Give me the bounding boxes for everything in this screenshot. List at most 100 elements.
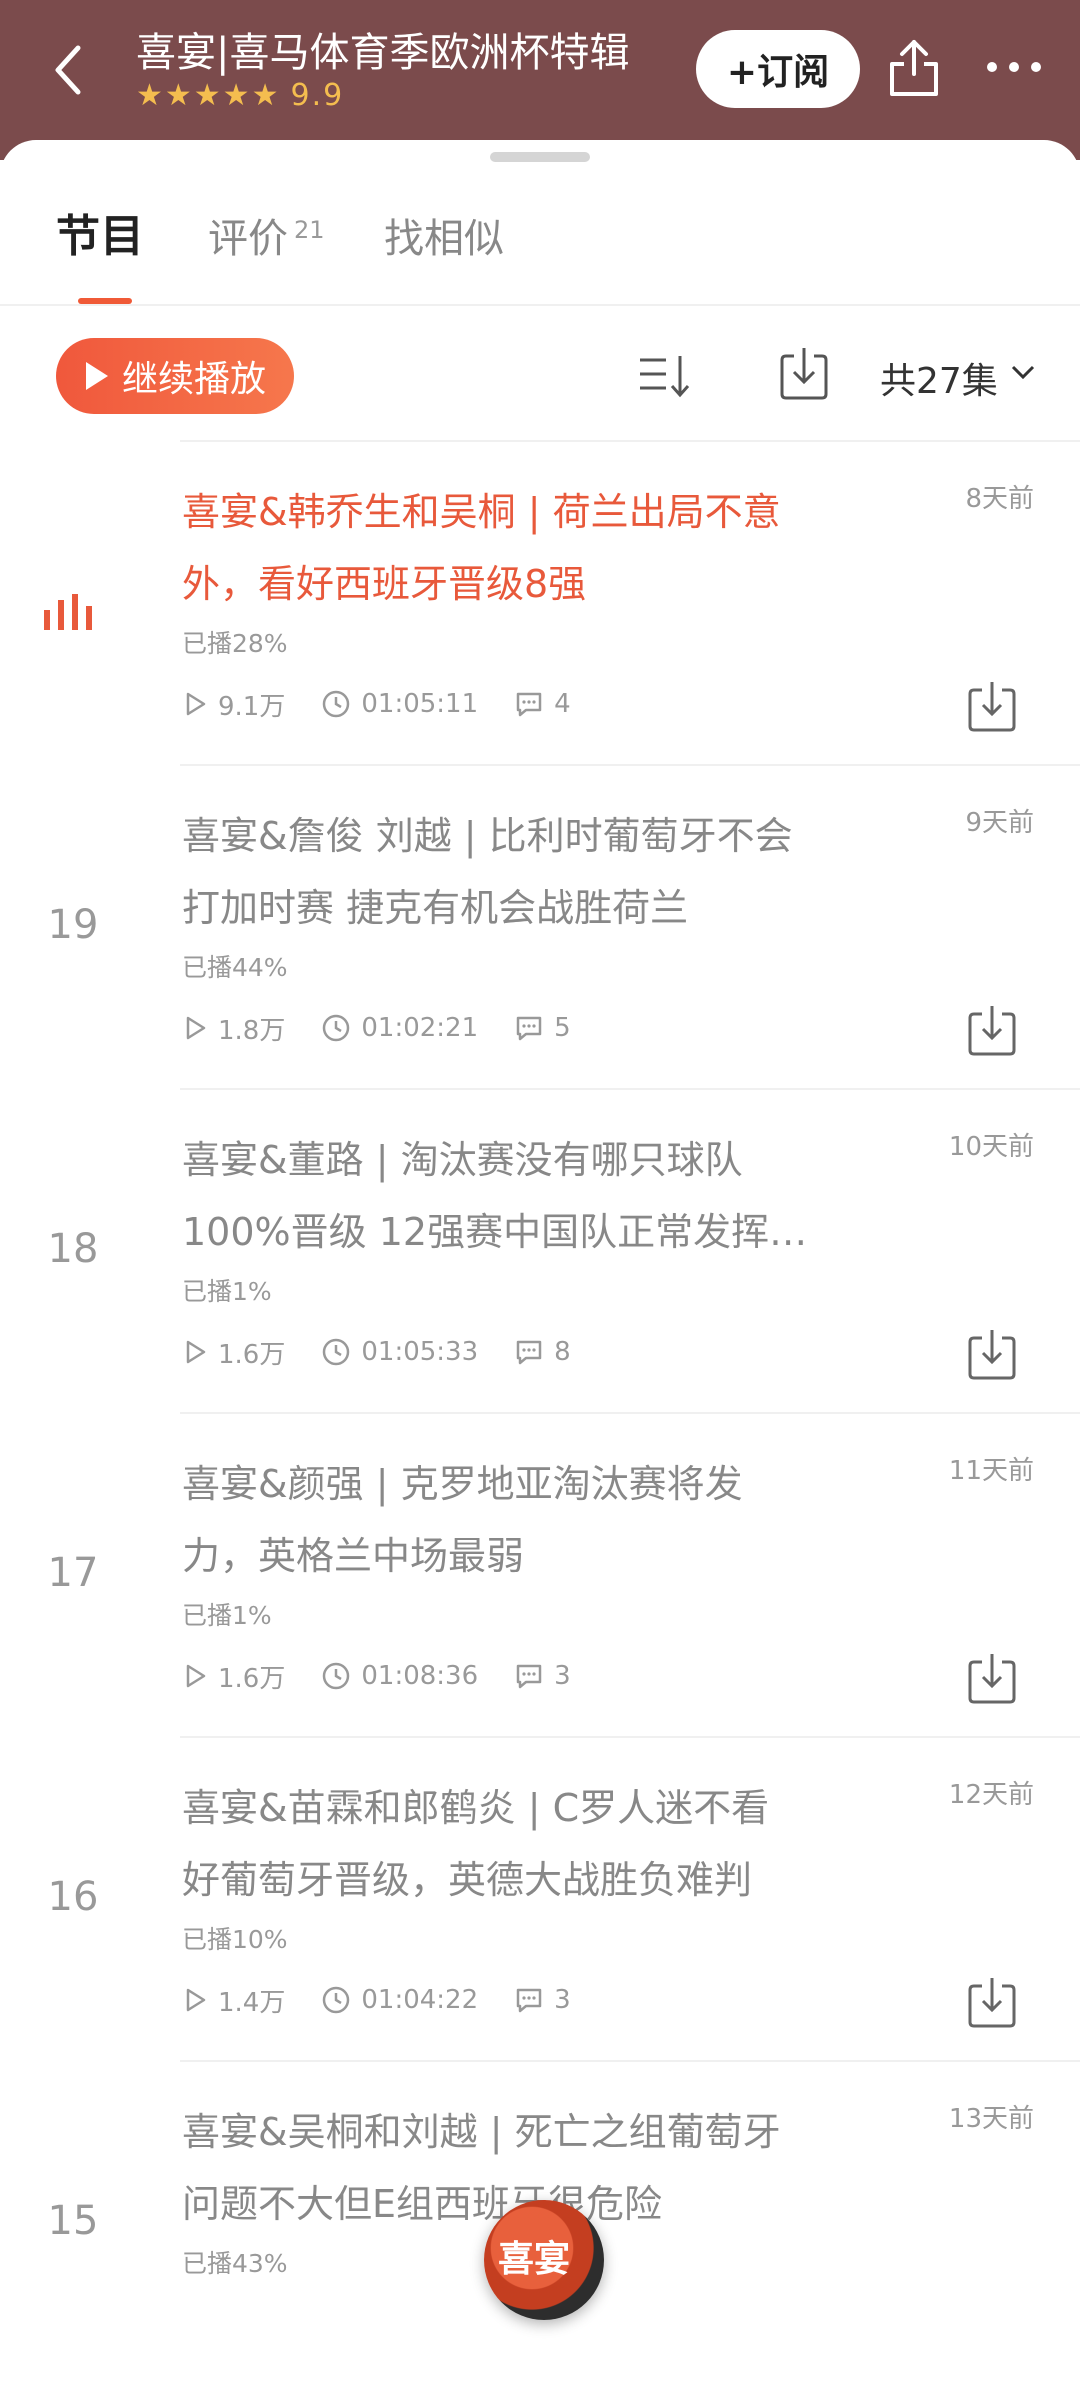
- played-progress: 已播44%: [182, 953, 288, 982]
- download-icon[interactable]: [966, 1650, 1018, 1706]
- drag-handle[interactable]: [490, 152, 590, 162]
- episode-number: 15: [47, 2198, 99, 2244]
- episode-item[interactable]: 17 喜宴&颜强 | 克罗地亚淘汰赛将发 力，英格兰中场最弱 11天前已播1% 1.6万…: [0, 1412, 1080, 1736]
- episode-title-line: 100%晋级 12强赛中国队正常发挥…: [182, 1210, 808, 1254]
- episode-number: 18: [47, 1226, 99, 1272]
- play-count-icon: [186, 692, 206, 716]
- played-progress: 已播10%: [182, 1925, 288, 1954]
- play-count: 9.1万: [218, 691, 286, 722]
- episode-title-line: 好葡萄牙晋级，英德大战胜负难判: [182, 1858, 753, 1902]
- episode-meta: 1.6万 01:05:33 8: [182, 1332, 607, 1372]
- episode-date: 8天前: [965, 484, 1034, 514]
- episode-title-line: 喜宴&苗霖和郎鹤炎 | C罗人迷不看: [182, 1786, 770, 1830]
- subscribe-button[interactable]: +订阅: [696, 30, 860, 108]
- episode-title-line: 喜宴&颜强 | 克罗地亚淘汰赛将发: [182, 1462, 743, 1506]
- episode-meta: 1.4万 01:04:22 3: [182, 1980, 607, 2020]
- album-header: 喜宴|喜马体育季欧洲杯特辑 ★★★★★ 9.9 +订阅: [0, 0, 1080, 160]
- episode-item[interactable]: 16 喜宴&苗霖和郎鹤炎 | C罗人迷不看 好葡萄牙晋级，英德大战胜负难判 12天前已…: [0, 1736, 1080, 2060]
- episode-item[interactable]: 18 喜宴&董路 | 淘汰赛没有哪只球队 100%晋级 12强赛中国队正常发挥… 10…: [0, 1088, 1080, 1412]
- episode-duration: 01:04:22: [361, 1985, 479, 2015]
- clock-icon: [323, 690, 350, 718]
- download-icon[interactable]: [966, 1002, 1018, 1058]
- play-count-icon: [186, 1664, 206, 1688]
- back-arrow-icon[interactable]: [48, 40, 88, 100]
- download-all-icon[interactable]: [776, 344, 832, 404]
- divider: [180, 764, 1080, 766]
- episode-title-line: 打加时赛 捷克有机会战胜荷兰: [182, 886, 689, 930]
- continue-play-button[interactable]: 继续播放: [56, 338, 294, 414]
- episode-title-line: 喜宴&詹俊 刘越 | 比利时葡萄牙不会: [182, 814, 793, 858]
- episode-number: 17: [47, 1550, 99, 1596]
- share-icon[interactable]: [884, 36, 944, 100]
- sort-icon[interactable]: [636, 348, 692, 404]
- divider: [180, 1412, 1080, 1414]
- play-count-icon: [186, 1016, 206, 1040]
- reviews-count: 21: [294, 215, 325, 244]
- tab-episodes-label: 节目: [56, 211, 144, 262]
- episode-number: 19: [47, 902, 99, 948]
- tab-bar: 节目 评价 21 找相似: [0, 200, 1080, 300]
- played-progress: 已播1%: [182, 1277, 272, 1306]
- play-count: 1.8万: [218, 1015, 286, 1046]
- episode-count[interactable]: 共27集: [880, 352, 998, 404]
- play-count: 1.6万: [218, 1339, 286, 1370]
- episode-item[interactable]: 喜宴&韩乔生和吴桐 | 荷兰出局不意 外，看好西班牙晋级8强 8天前已播28% 9.1…: [0, 440, 1080, 764]
- tab-similar-label: 找相似: [384, 216, 504, 262]
- episode-title-line: 外，看好西班牙晋级8强: [182, 562, 587, 606]
- now-playing-equalizer-icon: [44, 594, 92, 630]
- tab-reviews[interactable]: 评价 21: [208, 206, 325, 264]
- episode-number: 16: [47, 1874, 99, 1920]
- divider: [180, 2060, 1080, 2062]
- download-icon[interactable]: [966, 1974, 1018, 2030]
- clock-icon: [323, 1338, 350, 1366]
- episode-title[interactable]: 喜宴&苗霖和郎鹤炎 | C罗人迷不看 好葡萄牙晋级，英德大战胜负难判: [182, 1772, 882, 1916]
- episode-title[interactable]: 喜宴&颜强 | 克罗地亚淘汰赛将发 力，英格兰中场最弱: [182, 1448, 882, 1592]
- comment-icon: [516, 1664, 542, 1689]
- episode-title[interactable]: 喜宴&詹俊 刘越 | 比利时葡萄牙不会 打加时赛 捷克有机会战胜荷兰: [182, 800, 882, 944]
- rating-stars-icon: ★★★★★: [136, 78, 281, 113]
- episode-date: 13天前: [948, 2104, 1034, 2134]
- more-options-icon[interactable]: [984, 52, 1044, 82]
- tab-similar[interactable]: 找相似: [384, 206, 504, 264]
- comment-icon: [516, 1988, 542, 2013]
- episode-duration: 01:05:11: [361, 689, 479, 719]
- episode-meta: 1.8万 01:02:21 5: [182, 1008, 607, 1048]
- play-count: 1.4万: [218, 1987, 286, 2018]
- play-icon: [86, 362, 108, 390]
- episode-title[interactable]: 喜宴&董路 | 淘汰赛没有哪只球队 100%晋级 12强赛中国队正常发挥…: [182, 1124, 882, 1268]
- download-icon[interactable]: [966, 1326, 1018, 1382]
- episode-item[interactable]: 19 喜宴&詹俊 刘越 | 比利时葡萄牙不会 打加时赛 捷克有机会战胜荷兰 9天前已播…: [0, 764, 1080, 1088]
- episode-title-line: 喜宴&董路 | 淘汰赛没有哪只球队: [182, 1138, 743, 1182]
- played-progress: 已播43%: [182, 2249, 288, 2278]
- divider: [180, 1088, 1080, 1090]
- comment-icon: [516, 1016, 542, 1041]
- comment-count: 8: [554, 1337, 571, 1367]
- episode-date: 10天前: [948, 1132, 1034, 1162]
- played-progress: 已播28%: [182, 629, 288, 658]
- episode-meta: 9.1万 01:05:11 4: [182, 684, 607, 724]
- episode-duration: 01:08:36: [361, 1661, 479, 1691]
- comment-count: 5: [554, 1013, 571, 1043]
- continue-play-label: 继续播放: [122, 359, 267, 400]
- play-count: 1.6万: [218, 1663, 286, 1694]
- download-icon[interactable]: [966, 678, 1018, 734]
- mini-player-button[interactable]: 喜宴: [484, 2200, 604, 2320]
- player-cover-text: 喜宴: [498, 2239, 571, 2280]
- episode-date: 11天前: [948, 1456, 1034, 1486]
- played-progress: 已播1%: [182, 1601, 272, 1630]
- episode-date: 12天前: [948, 1780, 1034, 1810]
- episode-title-line: 喜宴&吴桐和刘越 | 死亡之组葡萄牙: [182, 2110, 781, 2154]
- play-count-icon: [186, 1988, 206, 2012]
- comment-icon: [516, 692, 542, 717]
- tab-episodes[interactable]: 节目: [56, 200, 144, 264]
- divider: [180, 1736, 1080, 1738]
- episode-duration: 01:02:21: [361, 1013, 479, 1043]
- clock-icon: [323, 1986, 350, 2014]
- episode-date: 9天前: [965, 808, 1034, 838]
- content-panel: 节目 评价 21 找相似 继续播放 共27集 喜宴&韩乔生和吴桐 | 荷兰出局不意…: [0, 140, 1080, 2325]
- album-rating: ★★★★★ 9.9: [136, 78, 344, 113]
- comment-count: 4: [554, 689, 571, 719]
- album-title: 喜宴|喜马体育季欧洲杯特辑: [136, 30, 630, 76]
- episode-title[interactable]: 喜宴&韩乔生和吴桐 | 荷兰出局不意 外，看好西班牙晋级8强: [182, 476, 882, 620]
- chevron-down-icon[interactable]: [1010, 362, 1036, 382]
